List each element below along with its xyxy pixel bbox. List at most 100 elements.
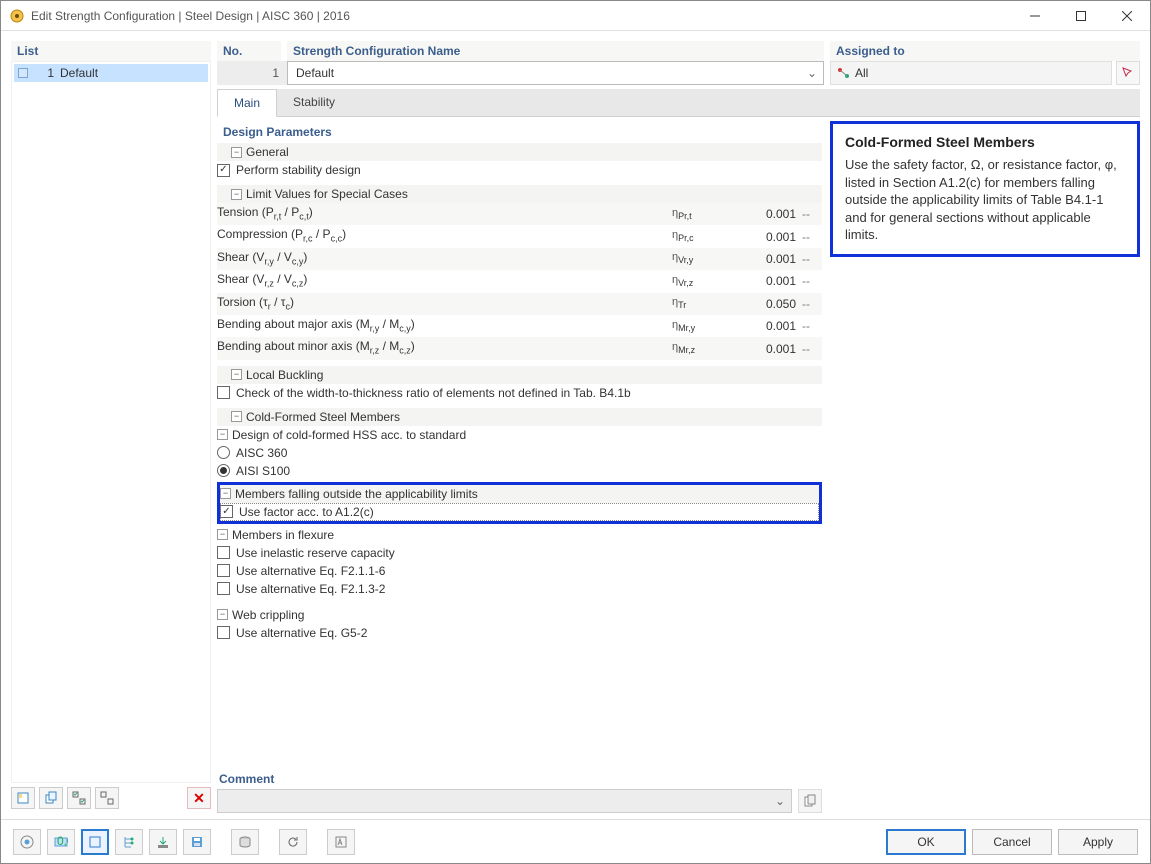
window-controls xyxy=(1012,1,1150,30)
checkbox-perform-stability[interactable] xyxy=(217,164,230,177)
limit-label: Torsion (τr / τc) xyxy=(217,294,672,314)
assigned-input[interactable]: All xyxy=(830,61,1112,85)
checkbox-alt-eq-f2116[interactable] xyxy=(217,564,230,577)
collapse-icon[interactable]: − xyxy=(220,488,231,499)
collapse-icon[interactable]: − xyxy=(217,429,228,440)
group-cold-formed: − Cold-Formed Steel Members xyxy=(217,408,822,426)
dialog-window: Edit Strength Configuration | Steel Desi… xyxy=(0,0,1151,864)
assigned-header: Assigned to xyxy=(830,41,1140,61)
tab-main[interactable]: Main xyxy=(217,89,277,117)
group-local-buckling: − Local Buckling xyxy=(217,366,822,384)
web-crippling-label: Web crippling xyxy=(232,607,304,623)
comment-header: Comment xyxy=(217,769,822,789)
close-button[interactable] xyxy=(1104,1,1150,30)
list-item[interactable]: 1 Default xyxy=(14,64,208,82)
copy-button[interactable] xyxy=(39,787,63,809)
limit-value[interactable]: 0.001 xyxy=(732,229,802,245)
label: Use inelastic reserve capacity xyxy=(236,545,395,561)
collapse-icon[interactable]: − xyxy=(231,189,242,200)
collapse-icon[interactable]: − xyxy=(231,411,242,422)
checkbox-inelastic-reserve[interactable] xyxy=(217,546,230,559)
limit-value[interactable]: 0.001 xyxy=(732,273,802,289)
radio-aisi-s100[interactable] xyxy=(217,464,230,477)
limit-value[interactable]: 0.001 xyxy=(732,206,802,222)
hss-label: Design of cold-formed HSS acc. to standa… xyxy=(232,427,466,443)
limit-row: Torsion (τr / τc)ηTr0.050-- xyxy=(217,293,822,315)
limit-symbol: ηMr,z xyxy=(672,339,732,358)
params-title: Design Parameters xyxy=(217,121,822,143)
limit-unit: -- xyxy=(802,318,822,334)
collapse-icon[interactable]: − xyxy=(231,369,242,380)
tab-stability[interactable]: Stability xyxy=(277,89,351,116)
checkbox-alt-eq-g52[interactable] xyxy=(217,626,230,639)
apply-button[interactable]: Apply xyxy=(1058,829,1138,855)
limit-symbol: ηPr,c xyxy=(672,227,732,246)
comment-library-button[interactable] xyxy=(798,789,822,813)
name-header: Strength Configuration Name xyxy=(287,41,824,61)
limit-label: Bending about major axis (Mr,y / Mc,y) xyxy=(217,316,672,336)
limit-symbol: ηTr xyxy=(672,294,732,313)
members-icon xyxy=(837,67,851,79)
database-button[interactable] xyxy=(231,829,259,855)
limit-symbol: ηVr,z xyxy=(672,272,732,291)
info-title: Cold-Formed Steel Members xyxy=(845,134,1125,150)
checkbox-use-factor-a12c[interactable] xyxy=(220,505,233,518)
name-box: Strength Configuration Name Default ⌄ xyxy=(287,41,824,85)
delete-button[interactable]: ✕ xyxy=(187,787,211,809)
limit-label: Tension (Pr,t / Pc,t) xyxy=(217,204,672,224)
flexure-label: Members in flexure xyxy=(232,527,334,543)
check-all-button[interactable] xyxy=(67,787,91,809)
limit-row: Compression (Pr,c / Pc,c)ηPr,c0.001-- xyxy=(217,225,822,247)
group-cold-formed-label: Cold-Formed Steel Members xyxy=(246,410,400,424)
save-button[interactable] xyxy=(183,829,211,855)
info-box: Cold-Formed Steel Members Use the safety… xyxy=(830,121,1140,257)
limit-value[interactable]: 0.001 xyxy=(732,341,802,357)
limit-unit: -- xyxy=(802,229,822,245)
checkbox-alt-eq-f2132[interactable] xyxy=(217,582,230,595)
ok-button[interactable]: OK xyxy=(886,829,966,855)
titlebar: Edit Strength Configuration | Steel Desi… xyxy=(1,1,1150,31)
limit-unit: -- xyxy=(802,273,822,289)
help-button[interactable] xyxy=(13,829,41,855)
group-limits-label: Limit Values for Special Cases xyxy=(246,187,408,201)
collapse-icon[interactable]: − xyxy=(217,529,228,540)
radio-aisc360[interactable] xyxy=(217,446,230,459)
import-button[interactable] xyxy=(149,829,177,855)
collapse-icon[interactable]: − xyxy=(217,609,228,620)
limit-value[interactable]: 0.001 xyxy=(732,251,802,267)
maximize-button[interactable] xyxy=(1058,1,1104,30)
limit-unit: -- xyxy=(802,296,822,312)
minimize-button[interactable] xyxy=(1012,1,1058,30)
default-button[interactable] xyxy=(327,829,355,855)
limit-value[interactable]: 0.050 xyxy=(732,296,802,312)
limit-unit: -- xyxy=(802,206,822,222)
new-button[interactable] xyxy=(11,787,35,809)
radio-aisi-s100-label: AISI S100 xyxy=(236,463,290,479)
limit-row: Bending about minor axis (Mr,z / Mc,z)ηM… xyxy=(217,337,822,359)
assigned-box: Assigned to All xyxy=(830,41,1140,85)
chevron-down-icon: ⌄ xyxy=(775,794,785,808)
uncheck-all-button[interactable] xyxy=(95,787,119,809)
chevron-down-icon: ⌄ xyxy=(807,66,817,80)
checkbox-width-thickness[interactable] xyxy=(217,386,230,399)
reset-button[interactable] xyxy=(279,829,307,855)
limit-value[interactable]: 0.001 xyxy=(732,318,802,334)
limit-symbol: ηVr,y xyxy=(672,249,732,268)
comment-input[interactable]: ⌄ xyxy=(217,789,792,813)
comment-block: Comment ⌄ xyxy=(217,769,822,813)
pick-button[interactable] xyxy=(1116,61,1140,85)
group-general-label: General xyxy=(246,145,289,159)
limit-unit: -- xyxy=(802,251,822,267)
name-value: Default xyxy=(296,66,334,80)
list-item-icon xyxy=(18,68,28,78)
info-text: Use the safety factor, Ω, or resistance … xyxy=(845,156,1125,244)
view-button[interactable] xyxy=(81,829,109,855)
units-button[interactable]: 0,00 xyxy=(47,829,75,855)
tree-button[interactable] xyxy=(115,829,143,855)
name-input[interactable]: Default ⌄ xyxy=(287,61,824,85)
collapse-icon[interactable]: − xyxy=(231,147,242,158)
list-panel: List 1 Default ✕ xyxy=(11,41,211,813)
cancel-button[interactable]: Cancel xyxy=(972,829,1052,855)
label: Use alternative Eq. F2.1.3-2 xyxy=(236,581,385,597)
group-limits: − Limit Values for Special Cases xyxy=(217,185,822,203)
